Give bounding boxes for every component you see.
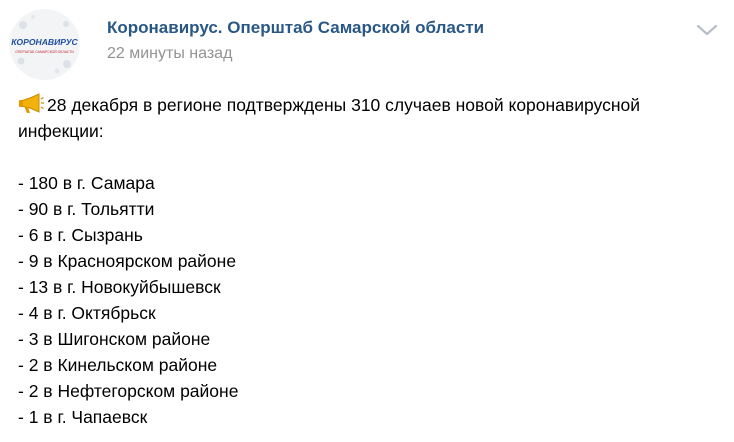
post-text: 28 декабря в регионе подтверждены 310 сл… xyxy=(18,92,718,430)
avatar[interactable]: КОРОНАВИРУС ОПЕРШТАБ САМАРСКОЙ ОБЛАСТИ xyxy=(9,9,80,80)
list-item: - 6 в г. Сызрань xyxy=(18,225,143,245)
list-item: - 9 в Красноярском районе xyxy=(18,251,237,271)
list-item: - 90 в г. Тольятти xyxy=(18,199,155,219)
avatar-title: КОРОНАВИРУС xyxy=(11,37,78,47)
author-name[interactable]: Коронавирус. Оперштаб Самарской области xyxy=(107,18,484,38)
list-item: - 2 в Кинельском районе xyxy=(18,355,218,375)
post-header: КОРОНАВИРУС ОПЕРШТАБ САМАРСКОЙ ОБЛАСТИ К… xyxy=(0,0,734,86)
post-time[interactable]: 22 минуты назад xyxy=(107,45,232,63)
intro-line: 28 декабря в регионе подтверждены 310 сл… xyxy=(18,92,718,118)
list-item: - 1 в г. Чапаевск xyxy=(18,407,148,427)
list-item: - 180 в г. Самара xyxy=(18,173,155,193)
chevron-down-icon xyxy=(696,24,718,36)
case-list: - 180 в г. Самара - 90 в г. Тольятти - 6… xyxy=(18,170,718,430)
list-item: - 2 в Нефтегорском районе xyxy=(18,381,239,401)
intro-text: 28 декабря в регионе подтверждены 310 сл… xyxy=(47,95,641,115)
post-menu-button[interactable] xyxy=(694,20,720,40)
avatar-subtitle: ОПЕРШТАБ САМАРСКОЙ ОБЛАСТИ xyxy=(15,50,74,54)
list-item: - 4 в г. Октябрьск xyxy=(18,303,156,323)
coronavirus-logo-icon: КОРОНАВИРУС ОПЕРШТАБ САМАРСКОЙ ОБЛАСТИ xyxy=(9,9,80,80)
list-item: - 3 в Шигонском районе xyxy=(18,329,211,349)
list-item: - 13 в г. Новокуйбышевск xyxy=(18,277,221,297)
megaphone-icon xyxy=(19,93,44,113)
intro-text-continued: инфекции: xyxy=(18,121,104,141)
